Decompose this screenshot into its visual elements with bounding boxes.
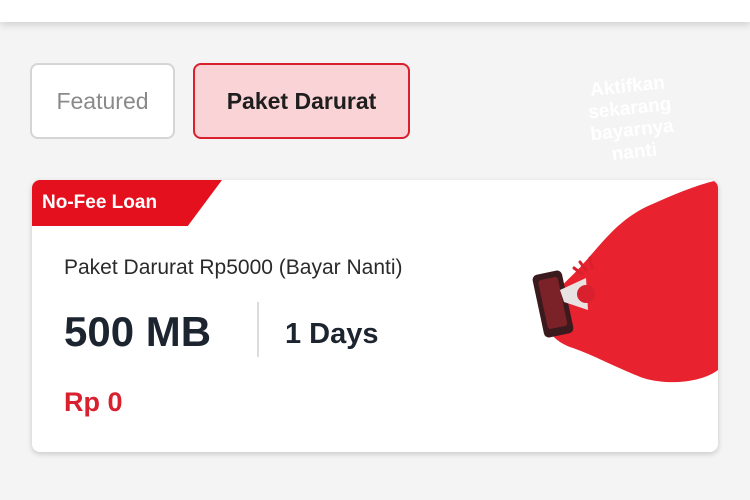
package-price: Rp 0 (64, 387, 123, 417)
promo-banner (532, 180, 718, 383)
no-fee-loan-badge: No-Fee Loan (32, 180, 222, 226)
package-card[interactable]: No-Fee Loan Paket Darurat Rp5000 (Bayar … (32, 180, 718, 452)
category-tabs: Featured Paket Darurat (30, 63, 410, 139)
top-bar (0, 0, 750, 22)
promo-text: Aktifkan sekarang bayarnya nanti (572, 70, 691, 169)
package-duration: 1 Days (285, 318, 379, 350)
tab-paket-darurat[interactable]: Paket Darurat (193, 63, 410, 139)
package-quota: 500 MB (64, 308, 212, 355)
tab-featured[interactable]: Featured (30, 63, 175, 139)
package-name: Paket Darurat Rp5000 (Bayar Nanti) (64, 256, 403, 279)
quota-divider (257, 302, 259, 357)
